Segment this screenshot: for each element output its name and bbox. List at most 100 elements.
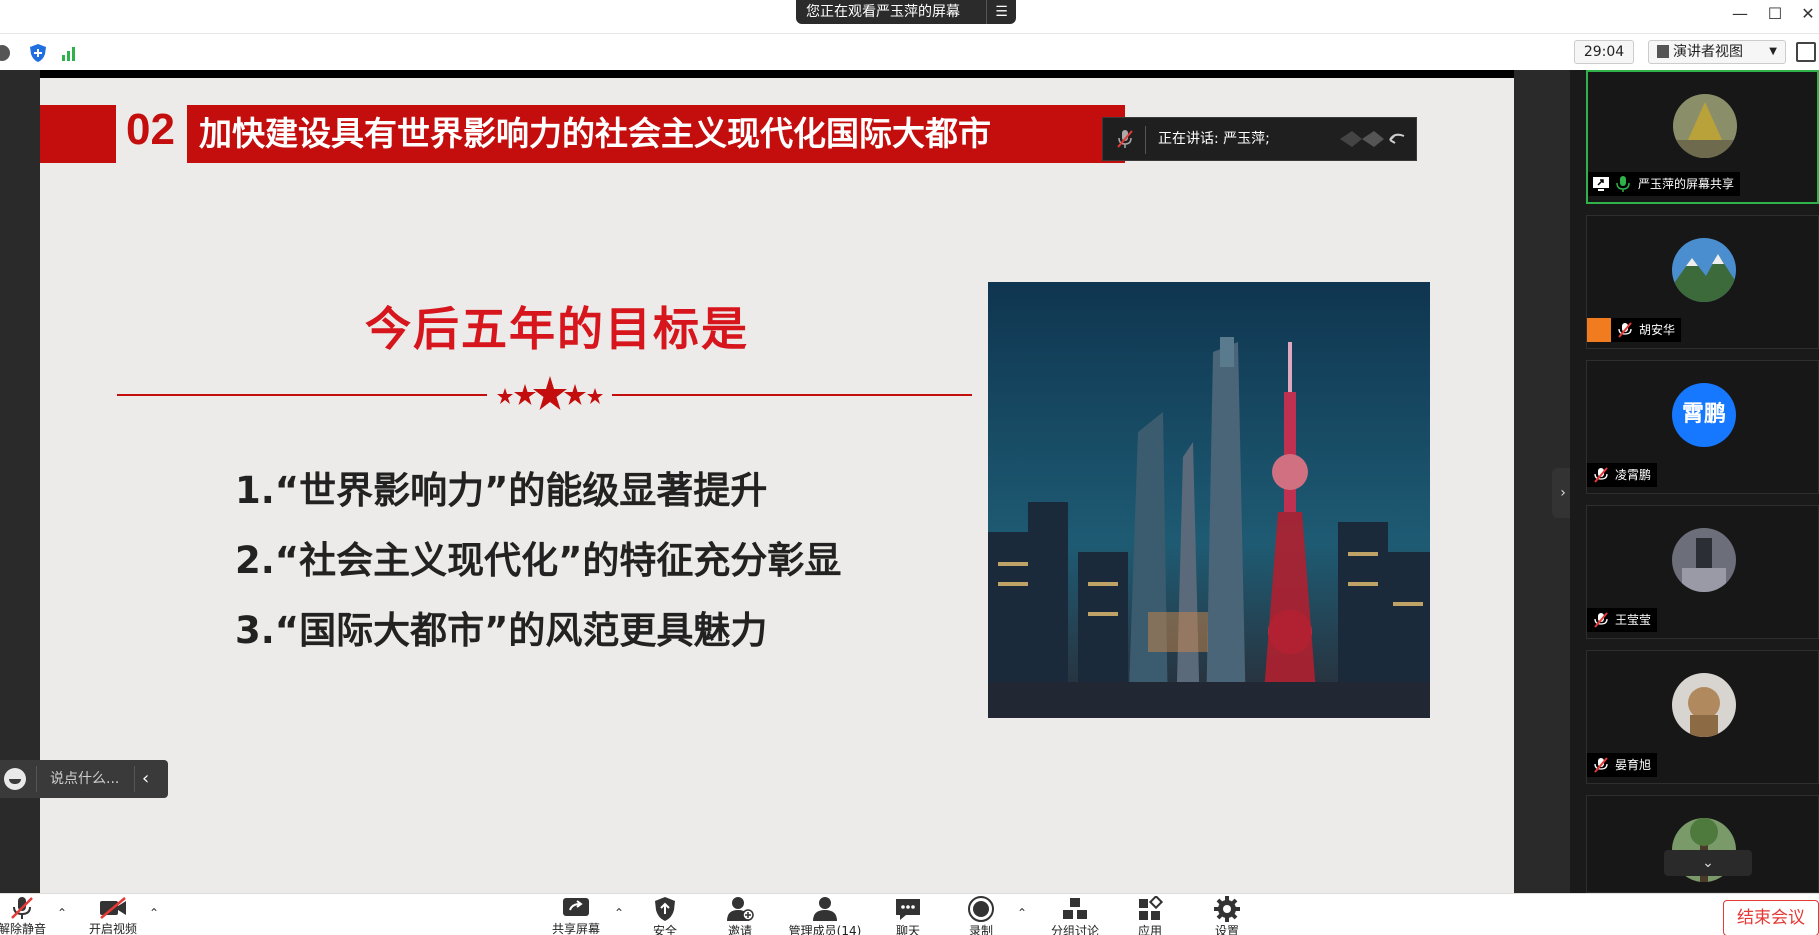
- record-button[interactable]: 录制: [956, 896, 1006, 935]
- screen-share-icon: [1593, 177, 1609, 191]
- settings-icon: [1214, 896, 1240, 922]
- meeting-timer: 29:04: [1574, 40, 1634, 64]
- active-speaker-text: 正在讲话: 严玉萍;: [1158, 131, 1270, 147]
- chat-placeholder[interactable]: 说点什么...: [50, 760, 119, 798]
- members-icon: [813, 897, 837, 921]
- apps-button[interactable]: 应用: [1125, 896, 1175, 935]
- share-banner[interactable]: 您正在观看严玉萍的屏幕 ☰: [796, 0, 1016, 24]
- goal-list: 1.“世界影响力”的能级显著提升 2.“社会主义现代化”的特征充分彰显 3.“国…: [235, 456, 841, 666]
- meeting-controls: 解除静音 ⌃ 开启视频 ⌃ 共享屏幕 ⌃ 安全 邀请 管理成员(14) 聊天 录…: [0, 893, 1819, 935]
- active-speaker-bar[interactable]: 正在讲话: 严玉萍;: [1102, 117, 1417, 161]
- mic-muted-icon: [11, 897, 33, 919]
- security-icon: [655, 897, 675, 921]
- shared-screen-area: 02 加快建设具有世界影响力的社会主义现代化国际大都市 今后五年的目标是 1.“…: [0, 70, 1574, 893]
- breakout-button[interactable]: 分组讨论: [1040, 896, 1110, 935]
- chat-input-box[interactable]: 说点什么... ‹: [0, 760, 168, 798]
- slide-title: 加快建设具有世界影响力的社会主义现代化国际大都市: [187, 105, 1125, 163]
- participant-name: 胡安华: [1639, 323, 1676, 337]
- security-button[interactable]: 安全: [640, 896, 690, 935]
- chat-label: 聊天: [895, 924, 920, 935]
- slide-number: 02: [126, 105, 175, 154]
- record-label: 录制: [968, 924, 993, 935]
- breakout-icon: [1063, 898, 1087, 919]
- chevron-down-icon: ▼: [1769, 46, 1777, 57]
- fullscreen-icon[interactable]: [1796, 42, 1816, 62]
- minimize-icon[interactable]: —: [1725, 0, 1755, 28]
- avatar: [1673, 94, 1737, 158]
- chat-button[interactable]: 聊天: [883, 896, 933, 935]
- security-label: 安全: [652, 924, 677, 935]
- participant-tile[interactable]: 严玉萍的屏幕共享: [1586, 70, 1819, 204]
- unmute-button[interactable]: 解除静音: [0, 896, 52, 935]
- avatar: [1672, 238, 1736, 302]
- info-icon[interactable]: [0, 45, 10, 61]
- presentation-slide: 02 加快建设具有世界影响力的社会主义现代化国际大都市 今后五年的目标是 1.“…: [40, 78, 1514, 893]
- mic-muted-icon: [1117, 130, 1133, 148]
- participant-tile[interactable]: [1586, 795, 1819, 893]
- invite-label: 邀请: [727, 924, 752, 935]
- record-icon: [968, 896, 994, 922]
- goal-item: 3.“国际大都市”的风范更具魅力: [235, 609, 768, 652]
- participant-tile[interactable]: 胡安华: [1586, 215, 1819, 349]
- layout-icon: [1657, 45, 1669, 58]
- divider-right: [612, 394, 972, 396]
- invite-icon: [727, 897, 754, 921]
- mic-muted-icon: [1618, 322, 1632, 338]
- separator: [36, 766, 37, 792]
- city-skyline-image: [988, 282, 1430, 718]
- slide-top-edge: [40, 70, 1514, 78]
- caret-up-icon[interactable]: ⌃: [1017, 906, 1027, 920]
- chat-icon: [896, 899, 920, 920]
- emoji-icon[interactable]: [4, 768, 26, 790]
- avatar: [1672, 673, 1736, 737]
- chevron-left-icon[interactable]: ‹: [142, 760, 149, 798]
- participants-panel: 严玉萍的屏幕共享 胡安华 霄鹏 凌霄鹏 王莹莹 晏育旭 ⌄: [1570, 70, 1819, 893]
- manage-members-button[interactable]: 管理成员(14): [780, 896, 870, 935]
- share-screen-icon: [563, 898, 589, 916]
- divider-left: [117, 394, 487, 396]
- share-banner-text: 您正在观看严玉萍的屏幕: [806, 4, 960, 20]
- slide-accent-bar: [40, 105, 116, 163]
- goal-heading: 今后五年的目标是: [365, 302, 749, 356]
- scroll-down-icon[interactable]: ⌄: [1664, 850, 1752, 876]
- avatar: [1672, 528, 1736, 592]
- end-meeting-button[interactable]: 结束会议: [1723, 900, 1819, 935]
- participant-name-tag: 晏育旭: [1587, 753, 1658, 777]
- caret-up-icon[interactable]: ⌃: [614, 906, 624, 920]
- caret-up-icon[interactable]: ⌃: [149, 906, 159, 920]
- participant-tile[interactable]: 王莹莹: [1586, 505, 1819, 639]
- participant-tile[interactable]: 晏育旭: [1586, 650, 1819, 784]
- invite-button[interactable]: 邀请: [715, 896, 765, 935]
- participant-name-tag: 胡安华: [1587, 318, 1682, 342]
- shield-icon[interactable]: [28, 43, 48, 63]
- participant-name: 严玉萍的屏幕共享: [1638, 177, 1735, 191]
- mic-muted-icon: [1594, 757, 1608, 773]
- menu-icon[interactable]: ☰: [986, 0, 1016, 24]
- mic-active-icon: [1616, 176, 1630, 192]
- breakout-label: 分组讨论: [1050, 924, 1099, 935]
- annotation-tools-icon[interactable]: [1338, 128, 1408, 150]
- signal-icon[interactable]: [60, 43, 80, 63]
- participant-tile[interactable]: 霄鹏 凌霄鹏: [1586, 360, 1819, 494]
- separator: [1145, 126, 1146, 154]
- settings-button[interactable]: 设置: [1202, 896, 1252, 935]
- apps-label: 应用: [1137, 924, 1162, 935]
- settings-label: 设置: [1214, 924, 1239, 935]
- maximize-icon[interactable]: ☐: [1760, 0, 1790, 28]
- view-mode-button[interactable]: 演讲者视图 ▼: [1648, 40, 1786, 64]
- host-icon: [1587, 318, 1611, 342]
- share-screen-button[interactable]: 共享屏幕: [546, 896, 606, 935]
- meeting-window: 您正在观看严玉萍的屏幕 ☰ — ☐ ✕ 29:04 演讲者视图 ▼ 02 加快建…: [0, 0, 1819, 935]
- meeting-toolbar: 29:04 演讲者视图 ▼: [0, 33, 1819, 70]
- share-screen-label: 共享屏幕: [551, 922, 600, 935]
- participant-name: 凌霄鹏: [1615, 468, 1652, 482]
- caret-up-icon[interactable]: ⌃: [57, 906, 67, 920]
- close-icon[interactable]: ✕: [1793, 0, 1819, 28]
- view-mode-label: 演讲者视图: [1673, 44, 1743, 60]
- manage-members-label: 管理成员(14): [788, 924, 862, 935]
- start-video-label: 开启视频: [88, 922, 137, 935]
- goal-item: 2.“社会主义现代化”的特征充分彰显: [235, 539, 842, 582]
- start-video-button[interactable]: 开启视频: [82, 896, 144, 935]
- stars-ornament: [497, 376, 603, 410]
- unmute-label: 解除静音: [0, 922, 46, 935]
